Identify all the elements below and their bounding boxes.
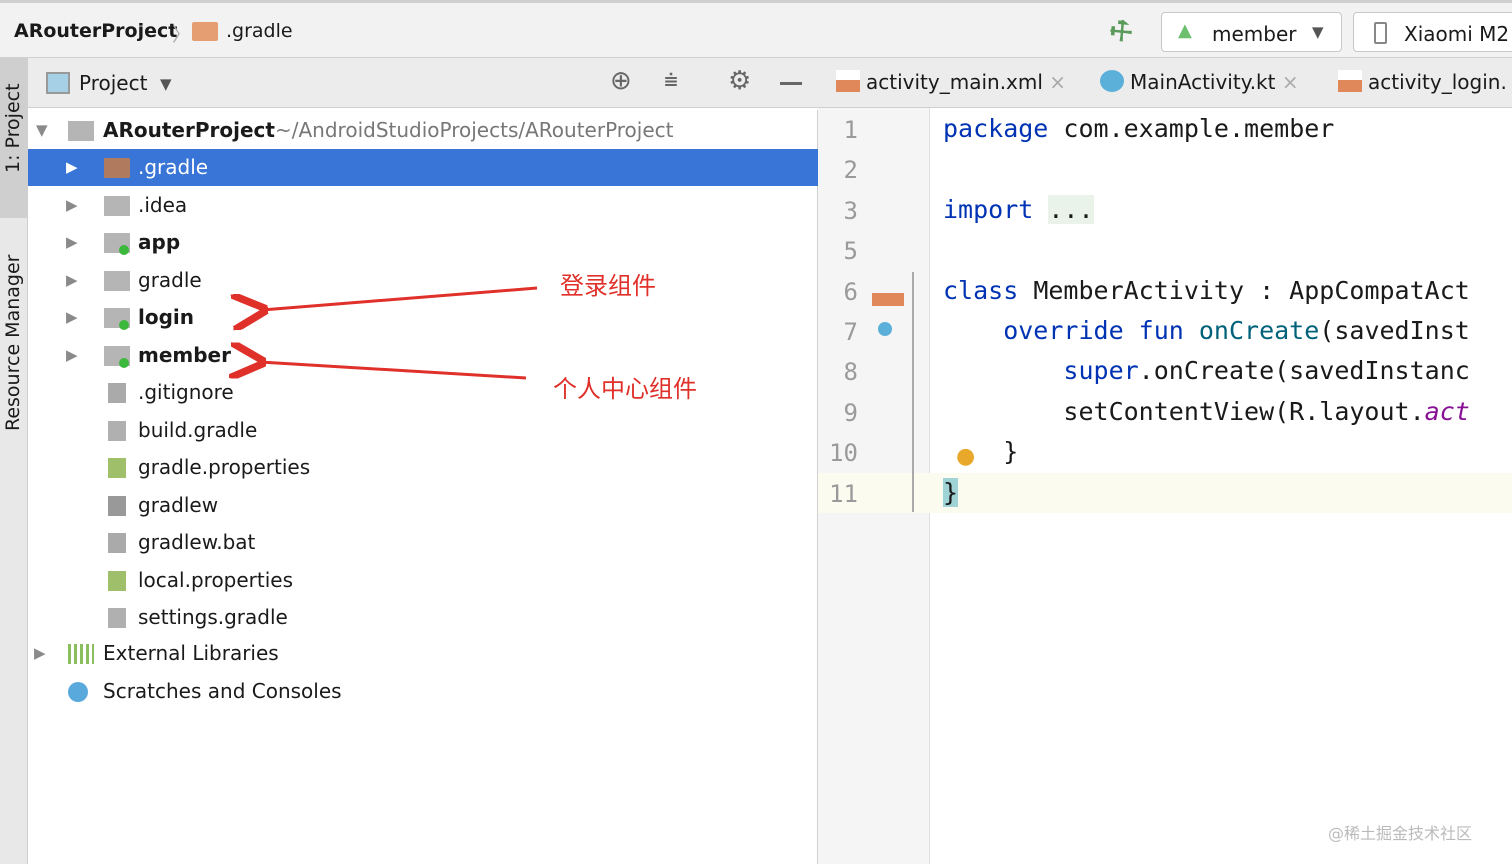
code-token: } [943,437,1019,467]
kotlin-file-icon [1100,70,1124,92]
device-select[interactable]: Xiaomi M2 [1353,12,1512,52]
xml-file-icon [1338,70,1362,92]
line-number: 1 [843,116,858,144]
code-line[interactable]: package com.example.member [943,114,1334,143]
code-token: package [943,114,1064,143]
run-config-label: member [1212,22,1297,46]
code-token: .onCreate(savedInstanc [1138,356,1470,386]
code-line[interactable]: import ... [943,194,1094,224]
member-arrow [260,362,527,378]
login-arrow [262,286,538,310]
code-token: ... [1048,194,1094,224]
gutter-divider [912,272,914,512]
code-line[interactable]: override fun onCreate(savedInst [943,316,1470,345]
code-token: override fun [943,316,1199,345]
line-number: 10 [829,439,858,468]
line-number: 7 [843,318,858,346]
xml-file-icon [836,70,860,92]
code-line[interactable]: super.onCreate(savedInstanc [943,356,1470,386]
chevron-down-icon: ▼ [1312,23,1324,41]
code-token: import [943,194,1049,224]
code-token: onCreate [1198,316,1320,345]
line-number: 2 [843,156,858,185]
line-number: 8 [843,358,858,387]
layout-xml-gutter-icon[interactable] [872,276,904,306]
tab-label: MainActivity.kt [1130,70,1276,94]
current-line-highlight [818,473,1512,513]
tab-label: activity_login. [1368,70,1507,94]
android-icon: ▲ [1178,20,1192,41]
code-line[interactable]: setContentView(R.layout.act [943,396,1470,426]
close-icon[interactable]: × [1043,70,1066,94]
close-icon[interactable]: × [1275,70,1299,94]
code-token: setContentView(R.layout. [943,396,1425,426]
line-number: 6 [843,277,858,306]
override-gutter-icon[interactable] [878,322,892,336]
device-label: Xiaomi M2 [1404,22,1510,46]
tab-label: activity_main.xml [866,70,1043,94]
line-number: 9 [843,398,858,427]
annotation-arrows [0,286,538,864]
code-token: act [1424,396,1470,426]
annotation-login: 登录组件 [560,272,656,300]
editor-tabs: activity_main.xml × MainActivity.kt × acti… [818,58,1512,108]
code-line[interactable]: } [943,477,959,507]
code-token: com.example.member [1063,114,1335,143]
editor-tab[interactable]: activity_main.xml × [836,70,1066,94]
build-hammer-icon[interactable]: ⚒ [1103,13,1140,51]
watermark: @稀土掘金技术社区 [1328,824,1473,843]
editor-tab[interactable]: activity_login. [1338,70,1507,94]
code-token: (savedInst [1319,316,1470,345]
code-token: MemberActivity : AppCompatAct [1033,275,1470,305]
editor-tab[interactable]: MainActivity.kt × [1100,70,1299,94]
line-number: 5 [843,237,858,266]
code-line[interactable]: } [943,437,1018,466]
annotation-member: 个人中心组件 [553,375,697,403]
code-token: super [943,356,1139,386]
code-line[interactable]: class MemberActivity : AppCompatAct [943,276,1470,305]
line-number: 3 [843,196,858,225]
code-token: class [943,275,1034,305]
run-config-select[interactable]: ▲ member ▼ [1161,12,1342,52]
code-token: } [943,477,959,507]
device-icon [1374,22,1387,44]
line-number: 11 [829,479,858,508]
